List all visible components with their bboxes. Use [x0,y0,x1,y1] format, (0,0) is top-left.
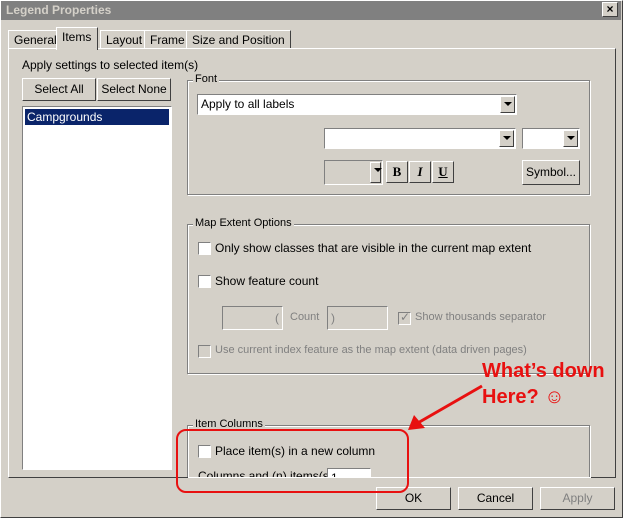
thousands-separator-checkbox[interactable]: ✓ [398,310,411,325]
checkmark-icon: ✓ [400,310,411,324]
tab-general[interactable]: General [8,30,63,49]
apply-to-arrow-icon[interactable] [500,96,515,113]
annotation-highlight-box [176,429,409,493]
count-label: Count [290,311,320,323]
legend-items-list[interactable]: Campgrounds [22,106,172,470]
annotation-line2: Here? ☺ [482,386,565,408]
cancel-button[interactable]: Cancel [458,487,533,510]
annotation-line1: What’s down [482,360,605,382]
thousands-separator-label: Show thousands separator [415,311,546,323]
italic-button[interactable]: I [409,161,431,183]
underline-button[interactable]: U [432,161,454,183]
feature-count-checkbox[interactable] [198,275,211,288]
bold-button[interactable]: B [386,161,408,183]
apply-button[interactable]: Apply [540,487,615,510]
map-extent-legend: Map Extent Options [193,217,294,229]
count-prefix-field[interactable]: ( [222,306,283,330]
font-size-select[interactable] [522,128,580,149]
font-color-arrow-icon[interactable] [370,162,382,183]
tab-frame[interactable]: Frame [144,30,191,49]
annotation-arrow-icon [408,384,483,430]
font-group-legend: Font [193,73,220,85]
list-item-campgrounds[interactable]: Campgrounds [25,109,169,125]
font-name-select[interactable] [324,128,516,149]
font-size-arrow-icon[interactable] [563,130,578,147]
close-button[interactable]: × [602,2,618,17]
tab-size-and-position[interactable]: Size and Position [186,30,291,49]
font-name-arrow-icon[interactable] [499,130,514,147]
apply-to-value: Apply to all labels [201,97,295,111]
font-color-picker[interactable] [324,160,383,185]
apply-settings-label: Apply settings to selected item(s) [22,58,199,72]
index-feature-label: Use current index feature as the map ext… [215,344,527,356]
count-suffix-field[interactable]: ) [327,306,388,330]
tab-layout[interactable]: Layout [100,30,149,49]
index-feature-checkbox[interactable] [198,345,211,358]
feature-count-label: Show feature count [215,274,319,288]
select-all-button[interactable]: Select All [22,78,96,101]
tab-items[interactable]: Items [56,27,98,50]
symbol-button[interactable]: Symbol... [522,160,580,185]
panel-scrollbar[interactable] [594,60,610,476]
apply-to-select[interactable]: Apply to all labels [197,94,517,115]
visible-classes-checkbox[interactable] [198,242,211,255]
visible-classes-label: Only show classes that are visible in th… [215,241,532,255]
window-title: Legend Properties [6,3,112,17]
select-none-button[interactable]: Select None [97,78,171,101]
